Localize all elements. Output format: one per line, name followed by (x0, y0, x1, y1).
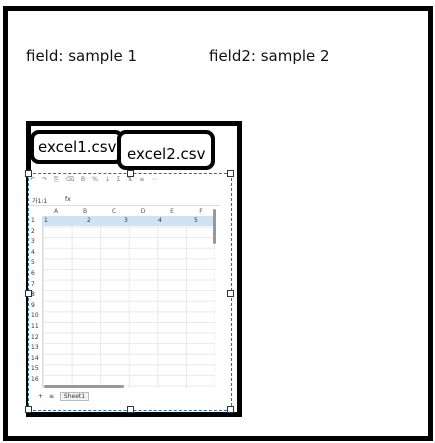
resize-handle-bottom[interactable] (127, 406, 134, 413)
redo-icon[interactable]: ↷ (42, 176, 47, 183)
sheet-toolbar: ↶ ↷ ⎘ ⌫ B % ↓ Σ ⇅ ≡ ⋯ (30, 176, 226, 188)
download-icon[interactable]: ↓ (105, 176, 110, 183)
vertical-scrollbar[interactable] (213, 209, 216, 244)
clear-icon[interactable]: ⌫ (66, 176, 74, 183)
row-headers: 1 2 3 4 5 6 7 8 9 10 11 12 13 14 15 16 (29, 216, 41, 386)
column-header[interactable]: C (110, 208, 118, 215)
resize-handle-top-right[interactable] (227, 170, 234, 177)
sheet-list-icon[interactable]: ≡ (49, 393, 54, 400)
cell[interactable]: 3 (124, 217, 128, 224)
cell[interactable]: 5 (194, 217, 198, 224)
row-header[interactable]: 9 (29, 301, 41, 312)
sheet-tab[interactable]: Sheet1 (59, 392, 90, 401)
row-header[interactable]: 2 (29, 227, 41, 238)
resize-handle-bottom-left[interactable] (25, 406, 32, 413)
row-header[interactable]: 1 (29, 216, 41, 227)
column-header[interactable]: F (197, 208, 205, 215)
column-header[interactable]: B (81, 208, 89, 215)
row-header[interactable]: 11 (29, 322, 41, 333)
fx-icon: fx (65, 196, 71, 203)
row-header[interactable]: 12 (29, 333, 41, 344)
row-header[interactable]: 14 (29, 354, 41, 365)
align-icon[interactable]: ≡ (139, 176, 144, 183)
sheet-tabs-bar: + ≡ Sheet1 (38, 392, 93, 404)
column-header[interactable]: E (168, 208, 176, 215)
column-header[interactable]: D (139, 208, 147, 215)
field-sample-1: field: sample 1 (26, 47, 138, 65)
cell[interactable]: 1 (44, 217, 48, 224)
tab-excel2[interactable]: excel2.csv (117, 130, 216, 170)
row-header[interactable]: 8 (29, 290, 41, 301)
column-header[interactable]: A (52, 208, 60, 215)
resize-handle-right[interactable] (227, 290, 234, 297)
more-icon[interactable]: ⋯ (151, 176, 157, 183)
undo-icon[interactable]: ↶ (30, 176, 35, 183)
cell-reference[interactable]: 가1:1 (32, 196, 47, 205)
tab-excel1[interactable]: excel1.csv (30, 130, 125, 164)
resize-handle-bottom-right[interactable] (227, 406, 234, 413)
sum-icon[interactable]: Σ (117, 176, 121, 183)
sort-icon[interactable]: ⇅ (127, 176, 132, 183)
row-header[interactable]: 4 (29, 248, 41, 259)
bold-icon[interactable]: B (81, 176, 85, 183)
cell[interactable]: 2 (87, 217, 91, 224)
add-sheet-icon[interactable]: + (38, 393, 43, 400)
row-header[interactable]: 13 (29, 343, 41, 354)
cell[interactable]: 4 (158, 217, 162, 224)
formula-bar[interactable]: 가1:1 fx (30, 194, 220, 206)
percent-icon[interactable]: % (92, 176, 98, 183)
copy-icon[interactable]: ⎘ (54, 176, 59, 184)
row-header[interactable]: 16 (29, 375, 41, 386)
cell-area[interactable] (42, 216, 215, 388)
field-sample-2: field2: sample 2 (209, 47, 330, 65)
row-header[interactable]: 10 (29, 311, 41, 322)
row-header[interactable]: 5 (29, 258, 41, 269)
row-header[interactable]: 3 (29, 237, 41, 248)
horizontal-scrollbar[interactable] (44, 385, 124, 388)
selected-row[interactable]: 1 2 3 4 5 (42, 216, 214, 226)
sheet-grid[interactable]: A B C D E F 1 2 3 4 5 6 7 8 9 10 11 12 1… (29, 207, 219, 391)
row-header[interactable]: 15 (29, 364, 41, 375)
row-header[interactable]: 7 (29, 280, 41, 291)
column-headers: A B C D E F (43, 207, 219, 215)
row-header[interactable]: 6 (29, 269, 41, 280)
